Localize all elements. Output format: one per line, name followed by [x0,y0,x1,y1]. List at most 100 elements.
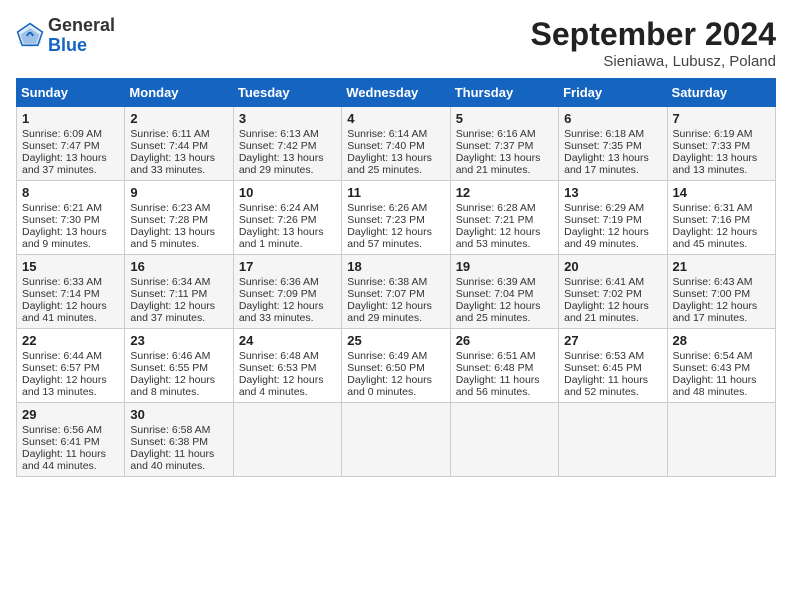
cell-line: and 21 minutes. [564,312,661,324]
title-block: September 2024 Sieniawa, Lubusz, Poland [531,16,776,70]
cell-line: Daylight: 13 hours [239,152,336,164]
day-number: 1 [22,111,119,126]
cell-line: Sunrise: 6:28 AM [456,202,553,214]
cell-line: Sunset: 6:43 PM [673,362,770,374]
cell-line: Sunset: 7:21 PM [456,214,553,226]
calendar-cell: 9Sunrise: 6:23 AMSunset: 7:28 PMDaylight… [125,181,233,255]
cell-line: Sunrise: 6:53 AM [564,350,661,362]
cell-line: Sunset: 6:48 PM [456,362,553,374]
cell-line: Daylight: 12 hours [347,300,444,312]
cell-line: and 37 minutes. [130,312,227,324]
calendar-cell: 21Sunrise: 6:43 AMSunset: 7:00 PMDayligh… [667,255,775,329]
cell-line: Sunrise: 6:46 AM [130,350,227,362]
cell-line: Sunset: 7:02 PM [564,288,661,300]
cell-line: and 0 minutes. [347,386,444,398]
cell-line: Sunrise: 6:09 AM [22,128,119,140]
day-number: 2 [130,111,227,126]
day-number: 16 [130,259,227,274]
cell-line: Daylight: 13 hours [564,152,661,164]
day-number: 10 [239,185,336,200]
cell-line: Daylight: 13 hours [130,152,227,164]
calendar-cell: 3Sunrise: 6:13 AMSunset: 7:42 PMDaylight… [233,107,341,181]
cell-line: Sunrise: 6:13 AM [239,128,336,140]
weekday-header: Wednesday [342,79,450,107]
day-number: 6 [564,111,661,126]
calendar-header-row: SundayMondayTuesdayWednesdayThursdayFrid… [17,79,776,107]
calendar-cell [559,403,667,477]
weekday-header: Monday [125,79,233,107]
calendar-cell: 25Sunrise: 6:49 AMSunset: 6:50 PMDayligh… [342,329,450,403]
page-header: General Blue September 2024 Sieniawa, Lu… [16,16,776,70]
cell-line: Sunset: 6:50 PM [347,362,444,374]
day-number: 30 [130,407,227,422]
cell-line: Daylight: 11 hours [564,374,661,386]
calendar-cell: 17Sunrise: 6:36 AMSunset: 7:09 PMDayligh… [233,255,341,329]
calendar-cell [450,403,558,477]
cell-line: Sunrise: 6:33 AM [22,276,119,288]
cell-line: Sunrise: 6:31 AM [673,202,770,214]
day-number: 26 [456,333,553,348]
cell-line: and 4 minutes. [239,386,336,398]
calendar-cell: 5Sunrise: 6:16 AMSunset: 7:37 PMDaylight… [450,107,558,181]
calendar-cell: 20Sunrise: 6:41 AMSunset: 7:02 PMDayligh… [559,255,667,329]
calendar-cell: 14Sunrise: 6:31 AMSunset: 7:16 PMDayligh… [667,181,775,255]
cell-line: Sunrise: 6:19 AM [673,128,770,140]
cell-line: and 8 minutes. [130,386,227,398]
cell-line: Sunrise: 6:23 AM [130,202,227,214]
cell-line: Sunset: 6:41 PM [22,436,119,448]
day-number: 5 [456,111,553,126]
calendar-week-row: 8Sunrise: 6:21 AMSunset: 7:30 PMDaylight… [17,181,776,255]
page-subtitle: Sieniawa, Lubusz, Poland [531,53,776,70]
cell-line: Sunset: 7:26 PM [239,214,336,226]
cell-line: Sunset: 7:44 PM [130,140,227,152]
calendar-cell: 13Sunrise: 6:29 AMSunset: 7:19 PMDayligh… [559,181,667,255]
cell-line: Sunrise: 6:56 AM [22,424,119,436]
cell-line: and 29 minutes. [239,164,336,176]
cell-line: Sunset: 6:53 PM [239,362,336,374]
cell-line: Sunset: 7:07 PM [347,288,444,300]
weekday-header: Sunday [17,79,125,107]
weekday-header: Tuesday [233,79,341,107]
cell-line: Daylight: 11 hours [456,374,553,386]
day-number: 4 [347,111,444,126]
cell-line: and 29 minutes. [347,312,444,324]
cell-line: Sunset: 7:28 PM [130,214,227,226]
weekday-header: Thursday [450,79,558,107]
cell-line: Daylight: 13 hours [673,152,770,164]
calendar-cell: 24Sunrise: 6:48 AMSunset: 6:53 PMDayligh… [233,329,341,403]
cell-line: Sunset: 7:42 PM [239,140,336,152]
cell-line: Daylight: 12 hours [564,300,661,312]
calendar-cell [233,403,341,477]
day-number: 23 [130,333,227,348]
page-title: September 2024 [531,16,776,53]
cell-line: and 9 minutes. [22,238,119,250]
day-number: 25 [347,333,444,348]
calendar-cell: 12Sunrise: 6:28 AMSunset: 7:21 PMDayligh… [450,181,558,255]
day-number: 7 [673,111,770,126]
day-number: 29 [22,407,119,422]
cell-line: Daylight: 12 hours [22,300,119,312]
day-number: 19 [456,259,553,274]
calendar-cell: 11Sunrise: 6:26 AMSunset: 7:23 PMDayligh… [342,181,450,255]
cell-line: Sunset: 7:23 PM [347,214,444,226]
cell-line: Daylight: 11 hours [22,448,119,460]
cell-line: Sunset: 6:57 PM [22,362,119,374]
cell-line: Sunset: 7:30 PM [22,214,119,226]
cell-line: Sunset: 7:35 PM [564,140,661,152]
cell-line: and 17 minutes. [564,164,661,176]
calendar-cell: 26Sunrise: 6:51 AMSunset: 6:48 PMDayligh… [450,329,558,403]
cell-line: Daylight: 11 hours [673,374,770,386]
cell-line: Daylight: 13 hours [22,226,119,238]
cell-line: Sunset: 6:38 PM [130,436,227,448]
cell-line: Sunrise: 6:26 AM [347,202,444,214]
cell-line: Daylight: 13 hours [130,226,227,238]
cell-line: Daylight: 13 hours [239,226,336,238]
calendar-cell: 22Sunrise: 6:44 AMSunset: 6:57 PMDayligh… [17,329,125,403]
cell-line: Sunset: 7:16 PM [673,214,770,226]
cell-line: Sunset: 7:19 PM [564,214,661,226]
day-number: 22 [22,333,119,348]
cell-line: Sunrise: 6:36 AM [239,276,336,288]
cell-line: and 40 minutes. [130,460,227,472]
cell-line: Sunset: 7:09 PM [239,288,336,300]
cell-line: Sunset: 7:14 PM [22,288,119,300]
